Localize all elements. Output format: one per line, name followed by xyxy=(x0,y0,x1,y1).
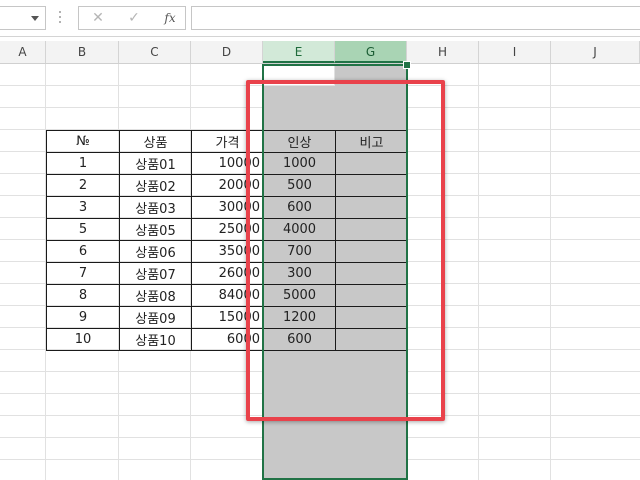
fx-icon[interactable]: fx xyxy=(155,7,185,29)
table-header-row: № 상품 가격 인상 비고 xyxy=(46,130,408,153)
name-box[interactable] xyxy=(0,6,46,30)
worksheet-grid[interactable]: A B C D E G H I J № 상품 가격 인상 비고 1 상품01 1… xyxy=(0,41,640,480)
cell-note[interactable] xyxy=(335,196,408,219)
cell-no[interactable]: 10 xyxy=(46,328,120,351)
cell-no[interactable]: 5 xyxy=(46,218,120,241)
cell-price[interactable]: 26000 xyxy=(191,262,264,285)
cell-price[interactable]: 30000 xyxy=(191,196,264,219)
cell-price[interactable]: 25000 xyxy=(191,218,264,241)
formula-buttons: ✕ ✓ fx xyxy=(78,6,186,30)
column-header-e[interactable]: E xyxy=(263,41,335,63)
table-row: 10 상품10 6000 600 xyxy=(46,328,408,351)
cell-area[interactable]: № 상품 가격 인상 비고 1 상품01 10000 1000 2 상품02 2… xyxy=(0,61,640,480)
header-note[interactable]: 비고 xyxy=(335,130,408,153)
cell-increase[interactable]: 600 xyxy=(263,328,336,351)
column-header-b[interactable]: B xyxy=(46,41,119,63)
cell-no[interactable]: 3 xyxy=(46,196,120,219)
cell-price[interactable]: 10000 xyxy=(191,152,264,175)
chevron-down-icon[interactable] xyxy=(31,16,39,21)
cell-no[interactable]: 1 xyxy=(46,152,120,175)
header-price[interactable]: 가격 xyxy=(191,130,264,153)
table-row: 6 상품06 35000 700 xyxy=(46,240,408,263)
cell-increase[interactable]: 1200 xyxy=(263,306,336,329)
formula-input[interactable] xyxy=(191,6,640,30)
column-header-d[interactable]: D xyxy=(191,41,263,63)
cell-increase[interactable]: 700 xyxy=(263,240,336,263)
cancel-icon[interactable]: ✕ xyxy=(83,7,113,29)
cell-product[interactable]: 상품02 xyxy=(119,174,192,197)
cell-note[interactable] xyxy=(335,284,408,307)
cell-price[interactable]: 6000 xyxy=(191,328,264,351)
table-row: 5 상품05 25000 4000 xyxy=(46,218,408,241)
formula-bar: ✕ ✓ fx xyxy=(0,0,640,37)
header-product[interactable]: 상품 xyxy=(119,130,192,153)
table-row: 2 상품02 20000 500 xyxy=(46,174,408,197)
cell-note[interactable] xyxy=(335,152,408,175)
fill-handle[interactable] xyxy=(403,61,411,69)
cell-note[interactable] xyxy=(335,218,408,241)
cell-note[interactable] xyxy=(335,328,408,351)
cell-product[interactable]: 상품06 xyxy=(119,240,192,263)
column-headers: A B C D E G H I J xyxy=(0,41,640,64)
table-row: 1 상품01 10000 1000 xyxy=(46,152,408,175)
table-row: 9 상품09 15000 1200 xyxy=(46,306,408,329)
cell-product[interactable]: 상품08 xyxy=(119,284,192,307)
cell-increase[interactable]: 600 xyxy=(263,196,336,219)
cell-increase[interactable]: 300 xyxy=(263,262,336,285)
cell-note[interactable] xyxy=(335,240,408,263)
cell-price[interactable]: 35000 xyxy=(191,240,264,263)
cell-note[interactable] xyxy=(335,262,408,285)
column-header-i[interactable]: I xyxy=(479,41,551,63)
column-header-a[interactable]: A xyxy=(0,41,46,63)
data-table: № 상품 가격 인상 비고 1 상품01 10000 1000 2 상품02 2… xyxy=(46,130,408,351)
cell-product[interactable]: 상품07 xyxy=(119,262,192,285)
cell-no[interactable]: 6 xyxy=(46,240,120,263)
cell-product[interactable]: 상품01 xyxy=(119,152,192,175)
header-no[interactable]: № xyxy=(46,130,120,153)
cell-increase[interactable]: 1000 xyxy=(263,152,336,175)
drag-handle-icon[interactable] xyxy=(59,11,62,25)
table-row: 7 상품07 26000 300 xyxy=(46,262,408,285)
cell-product[interactable]: 상품10 xyxy=(119,328,192,351)
table-row: 8 상품08 84000 5000 xyxy=(46,284,408,307)
table-row: 3 상품03 30000 600 xyxy=(46,196,408,219)
cell-no[interactable]: 9 xyxy=(46,306,120,329)
cell-note[interactable] xyxy=(335,306,408,329)
cell-no[interactable]: 2 xyxy=(46,174,120,197)
cell-increase[interactable]: 500 xyxy=(263,174,336,197)
cell-increase[interactable]: 4000 xyxy=(263,218,336,241)
cell-product[interactable]: 상품09 xyxy=(119,306,192,329)
cell-price[interactable]: 15000 xyxy=(191,306,264,329)
column-header-j[interactable]: J xyxy=(551,41,640,63)
cell-price[interactable]: 84000 xyxy=(191,284,264,307)
enter-icon[interactable]: ✓ xyxy=(119,7,149,29)
column-header-h[interactable]: H xyxy=(407,41,479,63)
gridline xyxy=(478,64,479,480)
column-header-g[interactable]: G xyxy=(335,41,407,63)
cell-product[interactable]: 상품05 xyxy=(119,218,192,241)
cell-price[interactable]: 20000 xyxy=(191,174,264,197)
column-header-c[interactable]: C xyxy=(119,41,191,63)
header-increase[interactable]: 인상 xyxy=(263,130,336,153)
cell-no[interactable]: 7 xyxy=(46,262,120,285)
cell-note[interactable] xyxy=(335,174,408,197)
cell-increase[interactable]: 5000 xyxy=(263,284,336,307)
cell-product[interactable]: 상품03 xyxy=(119,196,192,219)
gridline xyxy=(550,64,551,480)
cell-no[interactable]: 8 xyxy=(46,284,120,307)
